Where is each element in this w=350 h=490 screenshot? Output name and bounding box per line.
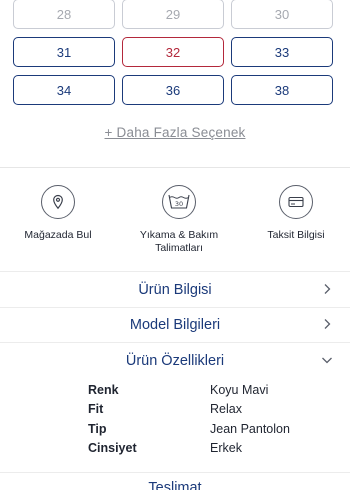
spec-value: Erkek	[210, 441, 242, 456]
size-option-34[interactable]: 34	[13, 75, 115, 105]
location-pin-icon	[41, 185, 75, 219]
size-option-28[interactable]: 28	[13, 0, 115, 29]
spec-row: Tip Jean Pantolon	[88, 419, 318, 439]
spec-value: Relax	[210, 402, 242, 417]
installment-info-label: Taksit Bilgisi	[267, 229, 325, 241]
spec-key: Cinsiyet	[88, 441, 137, 456]
accordion-product-info[interactable]: Ürün Bilgisi	[0, 273, 350, 307]
accordion-model-info-title: Model Bilgileri	[129, 317, 221, 333]
spec-key: Renk	[88, 382, 119, 397]
divider	[0, 167, 350, 168]
accordion-delivery[interactable]: Teslimat	[0, 480, 350, 490]
chevron-right-icon	[324, 319, 331, 329]
divider	[0, 472, 350, 473]
installment-info-button[interactable]: Taksit Bilgisi	[238, 185, 350, 242]
size-option-38[interactable]: 38	[231, 75, 333, 105]
spec-key: Tip	[88, 421, 107, 436]
spec-row: Renk Koyu Mavi	[88, 380, 318, 400]
accordion-model-info[interactable]: Model Bilgileri	[0, 308, 350, 342]
wash-temperature-text: 30	[175, 200, 183, 208]
spec-row: Fit Relax	[88, 400, 318, 420]
wash-care-button[interactable]: 30 Yıkama & Bakım Talimatları	[121, 185, 237, 255]
more-options-link[interactable]: + Daha Fazla Seçenek	[0, 125, 350, 140]
divider	[0, 271, 350, 272]
size-option-31[interactable]: 31	[13, 37, 115, 67]
find-in-store-label: Mağazada Bul	[24, 229, 92, 241]
accordion-delivery-title: Teslimat	[148, 480, 202, 490]
spec-value: Jean Pantolon	[210, 421, 290, 436]
find-in-store-button[interactable]: Mağazada Bul	[0, 185, 116, 242]
size-option-32[interactable]: 32	[122, 37, 224, 67]
credit-card-icon	[279, 185, 313, 219]
spec-value: Koyu Mavi	[210, 382, 269, 397]
accordion-product-info-title: Ürün Bilgisi	[138, 282, 212, 298]
size-option-29[interactable]: 29	[122, 0, 224, 29]
spec-key: Fit	[88, 402, 104, 417]
chevron-right-icon	[324, 284, 331, 294]
product-specs-table: Renk Koyu Mavi Fit Relax Tip Jean Pantol…	[88, 380, 318, 458]
accordion-product-features[interactable]: Ürün Özellikleri	[0, 344, 350, 378]
size-option-33[interactable]: 33	[231, 37, 333, 67]
wash-30-icon: 30	[162, 185, 196, 219]
size-option-30[interactable]: 30	[231, 0, 333, 29]
spec-row: Cinsiyet Erkek	[88, 439, 318, 459]
size-option-36[interactable]: 36	[122, 75, 224, 105]
divider	[0, 342, 350, 343]
wash-care-label: Yıkama & Bakım Talimatları	[139, 229, 219, 254]
chevron-down-icon	[322, 357, 332, 364]
accordion-product-features-title: Ürün Özellikleri	[125, 353, 225, 369]
